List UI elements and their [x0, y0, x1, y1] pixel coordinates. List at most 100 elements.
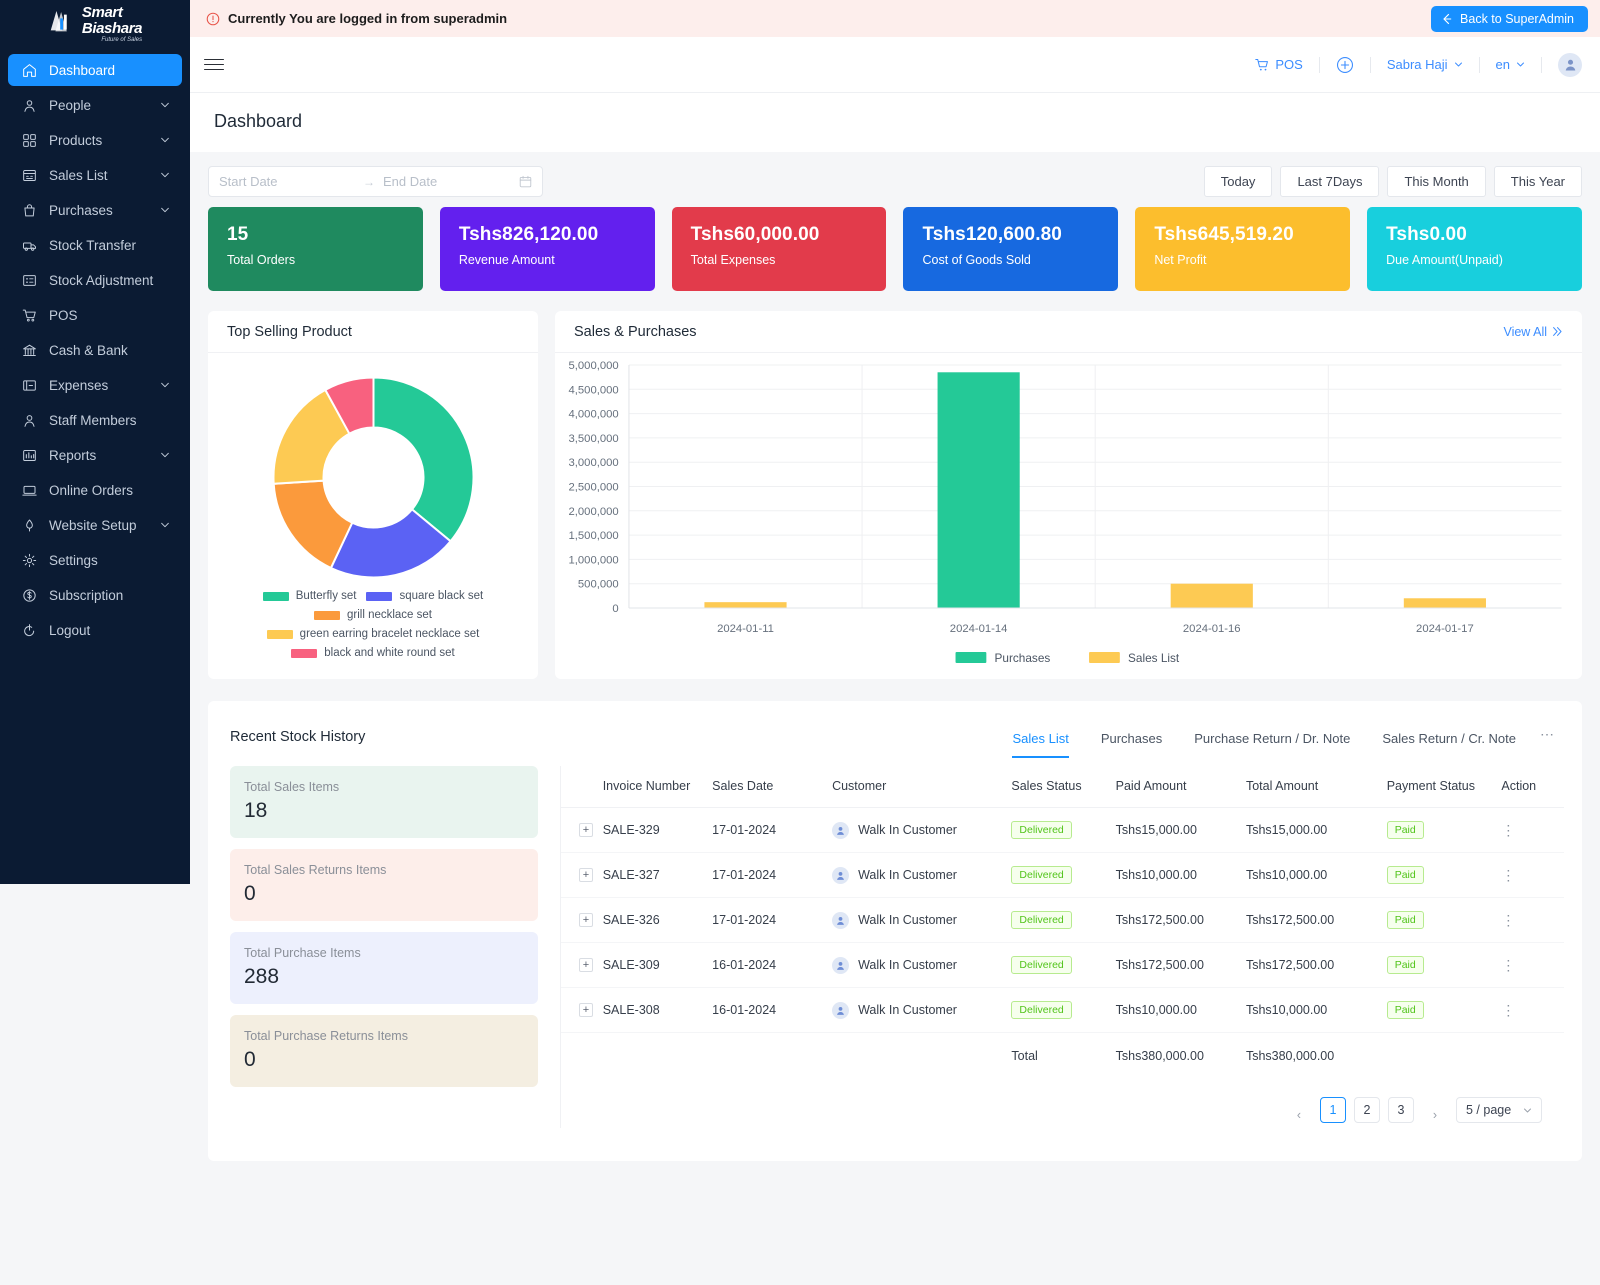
date-range-picker[interactable]: Start Date → End Date [208, 166, 543, 197]
pagination-page-1[interactable]: 1 [1320, 1097, 1346, 1123]
sidebar-item-people[interactable]: People [8, 89, 182, 121]
back-to-superadmin-button[interactable]: Back to SuperAdmin [1431, 5, 1588, 32]
profile-menu[interactable] [1542, 52, 1582, 77]
summary-label: Total Sales Returns Items [244, 863, 387, 877]
legend-row: grill necklace set [222, 609, 524, 621]
tab-sales-list[interactable]: Sales List [996, 723, 1084, 758]
row-actions-button[interactable]: ⋮ [1501, 822, 1516, 838]
cell-customer: Walk In Customer [832, 897, 1012, 943]
pagination-next-button[interactable]: › [1422, 1102, 1448, 1128]
start-date-input[interactable]: Start Date [219, 174, 355, 189]
sidebar-item-expenses[interactable]: Expenses [8, 369, 182, 401]
cell-action[interactable]: ⋮ [1501, 897, 1564, 943]
pagination-prev-button[interactable]: ‹ [1286, 1102, 1312, 1128]
legend-item[interactable]: Butterfly set [262, 590, 356, 602]
legend-swatch [313, 610, 340, 620]
stock-history-title: Recent Stock History [230, 729, 366, 745]
sidebar-item-website-setup[interactable]: Website Setup [8, 509, 182, 541]
user-menu[interactable]: Sabra Haji [1371, 57, 1479, 72]
expand-row-button[interactable]: + [579, 868, 593, 882]
view-all-link[interactable]: View All [1503, 325, 1563, 339]
summary-card-total-sales-returns-items: Total Sales Returns Items 0 [230, 849, 538, 921]
chevron-down-icon [161, 172, 169, 178]
cell-action[interactable]: ⋮ [1501, 807, 1564, 853]
cell-sales-status: Delivered [1011, 897, 1116, 943]
total-amount: Tshs380,000.00 [1245, 1049, 1335, 1063]
end-date-input[interactable]: End Date [383, 174, 519, 189]
cell-action[interactable]: ⋮ [1501, 942, 1564, 988]
legend-item[interactable]: square black set [366, 590, 483, 602]
stock-summary-column: Total Sales Items 18 Total Sales Returns I… [230, 766, 538, 1128]
expand-row-button[interactable]: + [579, 823, 593, 837]
legend-item[interactable]: grill necklace set [313, 609, 432, 621]
logo-tagline: Future of Sales [101, 37, 143, 43]
summary-label: Total Purchase Items [244, 946, 361, 960]
row-actions-button[interactable]: ⋮ [1501, 1002, 1516, 1018]
sidebar-item-dashboard[interactable]: Dashboard [8, 54, 182, 86]
table-row[interactable]: + SALE-309 16-01-2024 Walk In Customer Deliv… [561, 942, 1564, 988]
pos-link[interactable]: POS [1239, 57, 1318, 72]
row-actions-button[interactable]: ⋮ [1501, 957, 1516, 973]
bar [704, 602, 787, 608]
sales-purchases-header: Sales & Purchases View All [555, 311, 1582, 353]
row-actions-button[interactable]: ⋮ [1501, 867, 1516, 883]
table-row[interactable]: + SALE-308 16-01-2024 Walk In Customer Deliv… [561, 987, 1564, 1033]
language-selector[interactable]: en [1480, 57, 1541, 72]
sidebar-item-pos[interactable]: POS [8, 299, 182, 331]
legend-item[interactable]: green earring bracelet necklace set [266, 628, 479, 640]
sidebar-item-purchases[interactable]: Purchases [8, 194, 182, 226]
tab-sales-return-cr-note[interactable]: Sales Return / Cr. Note [1366, 723, 1532, 758]
page-size-select[interactable]: 5 / page [1456, 1097, 1542, 1123]
stat-label: Net Profit [1154, 253, 1207, 267]
sidebar-item-products[interactable]: Products [8, 124, 182, 156]
pagination-page-3[interactable]: 3 [1388, 1097, 1414, 1123]
expand-cell[interactable]: + [561, 807, 603, 853]
sidebar-item-online-orders[interactable]: Online Orders [8, 474, 182, 506]
tab-purchase-return-dr-note[interactable]: Purchase Return / Dr. Note [1178, 723, 1366, 758]
add-button[interactable] [1320, 56, 1370, 74]
cell-action[interactable]: ⋮ [1501, 987, 1564, 1033]
quick-range-today[interactable]: Today [1203, 166, 1273, 197]
legend-swatch [366, 591, 393, 601]
sidebar-item-settings[interactable]: Settings [8, 544, 182, 576]
expand-cell[interactable]: + [561, 987, 603, 1033]
avatar [832, 911, 850, 929]
chevron-down-icon [1517, 62, 1524, 67]
legend-item[interactable]: black and white round set [291, 647, 455, 659]
logo[interactable]: Smart Biashara Future of Sales [0, 0, 190, 44]
sidebar-item-stock-adjustment[interactable]: Stock Adjustment [8, 264, 182, 296]
table-row[interactable]: + SALE-329 17-01-2024 Walk In Customer Deliv… [561, 807, 1564, 853]
sidebar-item-subscription[interactable]: Subscription [8, 579, 182, 611]
stat-value: 15 [227, 224, 249, 245]
summary-label: Total Purchase Returns Items [244, 1029, 408, 1043]
sidebar-item-reports[interactable]: Reports [8, 439, 182, 471]
table-row[interactable]: + SALE-327 17-01-2024 Walk In Customer Deliv… [561, 852, 1564, 898]
quick-range-this-month[interactable]: This Month [1387, 166, 1486, 197]
tabs-more-button[interactable]: ⋯ [1532, 726, 1560, 755]
user-icon [20, 411, 38, 429]
expand-cell[interactable]: + [561, 897, 603, 943]
expand-row-button[interactable]: + [579, 913, 593, 927]
pagination-page-2[interactable]: 2 [1354, 1097, 1380, 1123]
sidebar-item-cash-bank[interactable]: Cash & Bank [8, 334, 182, 366]
sidebar-item-logout[interactable]: Logout [8, 614, 182, 646]
table-row[interactable]: + SALE-326 17-01-2024 Walk In Customer Deliv… [561, 897, 1564, 943]
menu-toggle-button[interactable] [204, 55, 224, 74]
app-root: Smart Biashara Future of Sales Dashboard… [0, 0, 1600, 1285]
tab-purchases[interactable]: Purchases [1085, 723, 1178, 758]
quick-range-last-7days[interactable]: Last 7Days [1280, 166, 1380, 197]
expand-row-button[interactable]: + [579, 1003, 593, 1017]
sidebar-item-sales-list[interactable]: Sales List [8, 159, 182, 191]
y-axis-tick: 3,000,000 [569, 457, 619, 469]
expand-cell[interactable]: + [561, 852, 603, 898]
expand-cell[interactable]: + [561, 942, 603, 988]
cell-paid-amount: Tshs10,000.00 [1115, 852, 1246, 898]
quick-range-this-year[interactable]: This Year [1493, 166, 1582, 197]
sidebar-item-staff-members[interactable]: Staff Members [8, 404, 182, 436]
sidebar-item-stock-transfer[interactable]: Stock Transfer [8, 229, 182, 261]
cell-customer: Walk In Customer [832, 807, 1012, 853]
row-actions-button[interactable]: ⋮ [1501, 912, 1516, 928]
column-header: Action [1501, 766, 1564, 808]
cell-action[interactable]: ⋮ [1501, 852, 1564, 898]
expand-row-button[interactable]: + [579, 958, 593, 972]
